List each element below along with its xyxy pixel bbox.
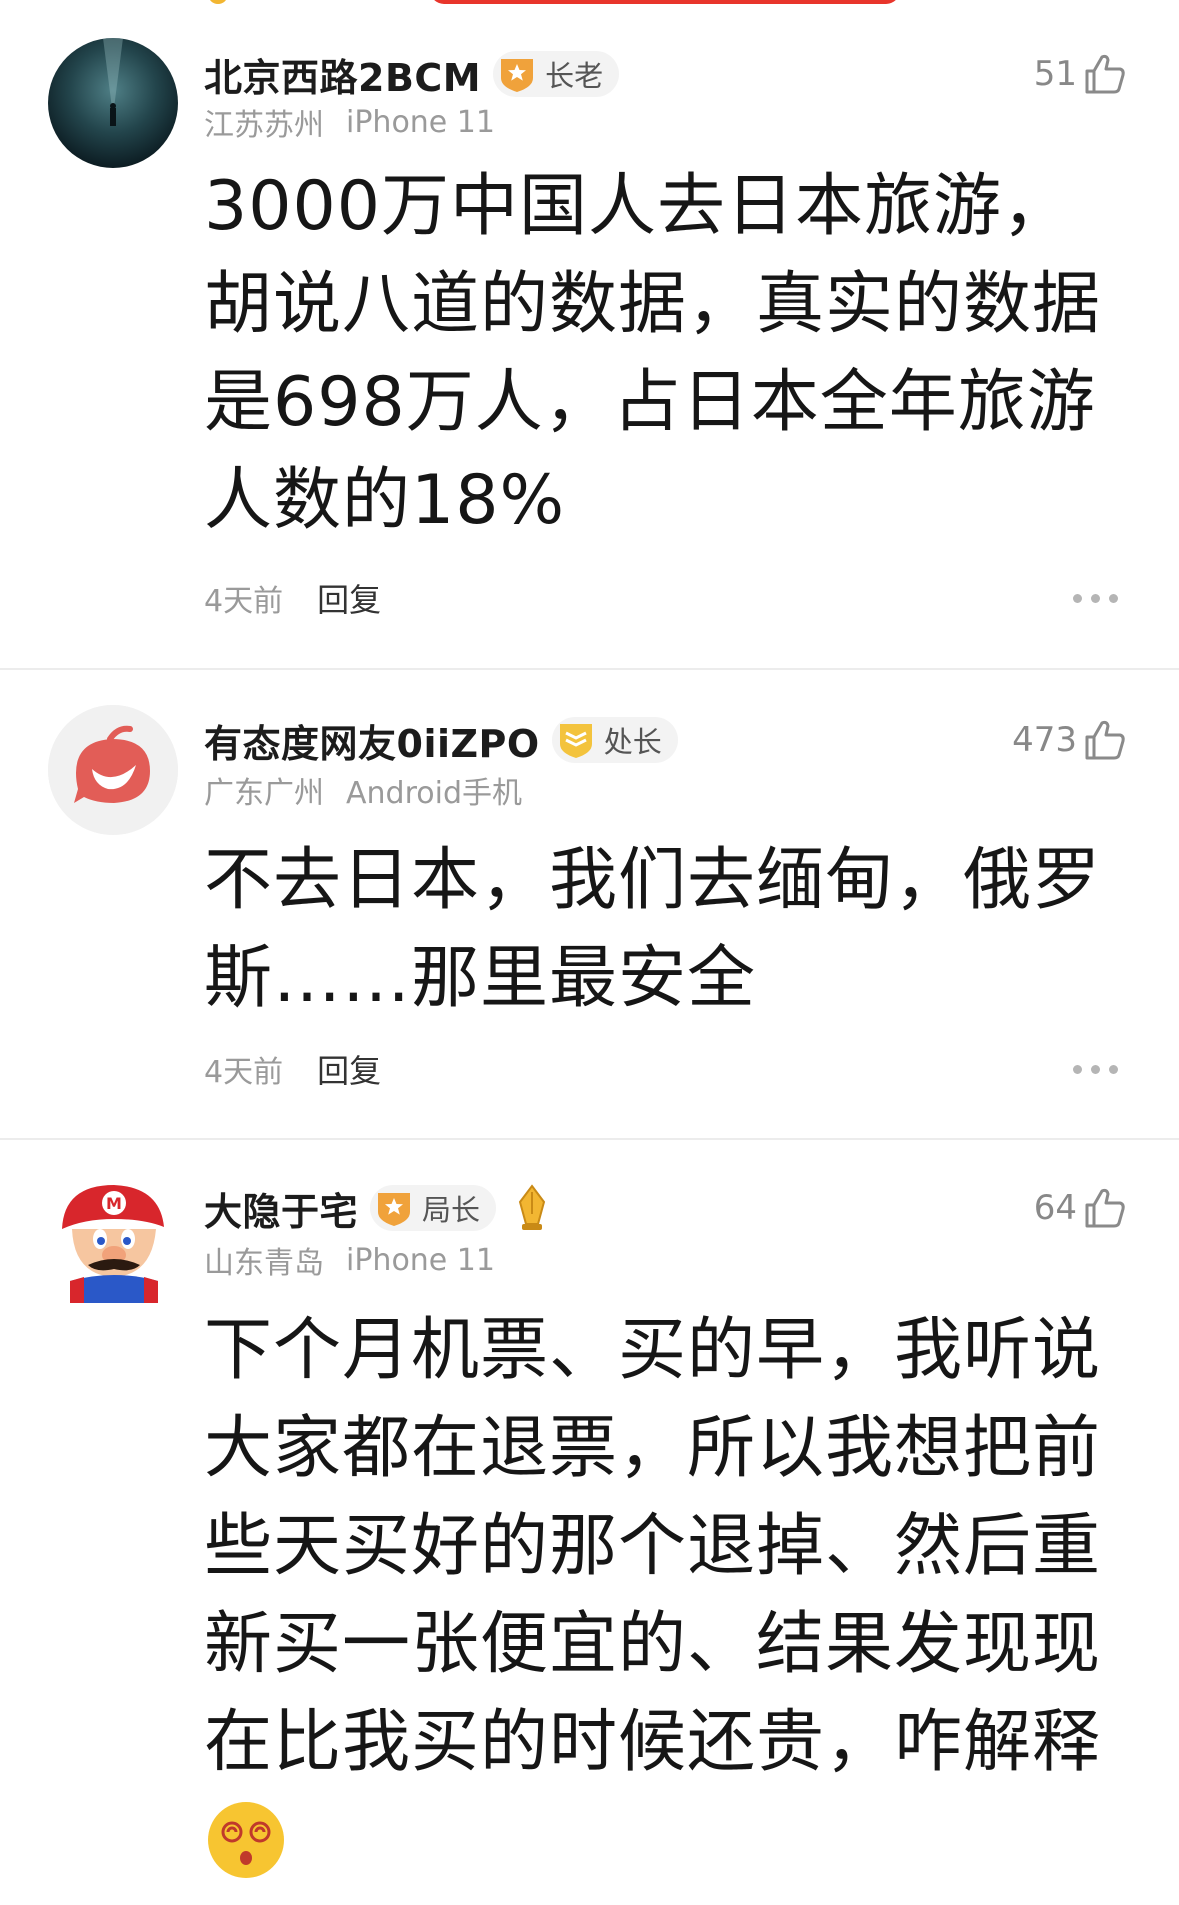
thumbs-up-icon: [1085, 1188, 1125, 1228]
user-device: Android手机: [346, 776, 522, 811]
user-location: 广东广州: [204, 776, 324, 811]
like-button[interactable]: 64: [1034, 1180, 1127, 1236]
username[interactable]: 北京西路2BCM: [204, 47, 481, 102]
like-count: 51: [1033, 54, 1077, 94]
user-location: 山东青岛: [204, 1246, 324, 1281]
more-options-icon[interactable]: [1073, 1064, 1118, 1074]
mario-avatar-icon: M: [62, 1185, 164, 1303]
rank-label: 长老: [545, 59, 604, 93]
reply-button[interactable]: 回复: [317, 575, 381, 621]
chevron-shield-badge-icon: [559, 724, 592, 758]
partial-red-button[interactable]: [430, 0, 900, 4]
comment-text: 3000万中国人去日本旅游，胡说八道的数据，真实的数据是698万人，占日本全年旅…: [204, 167, 1102, 540]
avatar[interactable]: M: [48, 1173, 178, 1303]
like-count: 473: [1012, 720, 1077, 760]
rank-badge[interactable]: 长老: [493, 51, 620, 97]
previous-content-edge: [0, 0, 1179, 8]
user-location: 江苏苏州: [204, 108, 324, 143]
like-button[interactable]: 51: [1034, 46, 1127, 102]
svg-text:M: M: [106, 1194, 122, 1213]
underwater-diver-avatar-icon: [48, 38, 178, 168]
thumbs-up-icon: [1085, 54, 1125, 94]
rank-label: 局长: [422, 1193, 481, 1227]
avatar[interactable]: [48, 705, 178, 835]
username[interactable]: 有态度网友0iiZPO: [204, 713, 540, 768]
rank-badge[interactable]: 局长: [370, 1185, 497, 1231]
partial-icon: [208, 0, 228, 4]
avatar[interactable]: [48, 38, 178, 168]
comment-text: 不去日本，我们去缅甸，俄罗斯……那里最安全: [204, 841, 1102, 1018]
red-chat-bubble-avatar-icon: [48, 705, 178, 835]
comment-time: 4天前: [204, 1055, 284, 1090]
divider: [0, 1138, 1179, 1140]
star-shield-badge-icon: [378, 1193, 411, 1226]
crown-pen-icon[interactable]: [512, 1184, 552, 1232]
dizzy-face-emoji: [206, 1800, 286, 1880]
like-button[interactable]: 473: [1012, 712, 1127, 768]
rank-badge[interactable]: 处长: [551, 717, 678, 763]
comment-time: 4天前: [204, 584, 284, 619]
divider: [0, 668, 1179, 670]
reply-button[interactable]: 回复: [317, 1046, 381, 1092]
more-options-icon[interactable]: [1073, 593, 1118, 603]
user-device: iPhone 11: [346, 104, 495, 140]
like-count: 64: [1033, 1188, 1077, 1228]
thumbs-up-icon: [1085, 720, 1125, 760]
user-device: iPhone 11: [346, 1242, 495, 1278]
username[interactable]: 大隐于宅: [204, 1181, 358, 1236]
comment-text: 下个月机票、买的早，我听说大家都在退票，所以我想把前些天买好的那个退掉、然后重新…: [204, 1311, 1102, 1782]
rank-label: 处长: [603, 725, 662, 759]
star-shield-badge-icon: [501, 59, 534, 92]
